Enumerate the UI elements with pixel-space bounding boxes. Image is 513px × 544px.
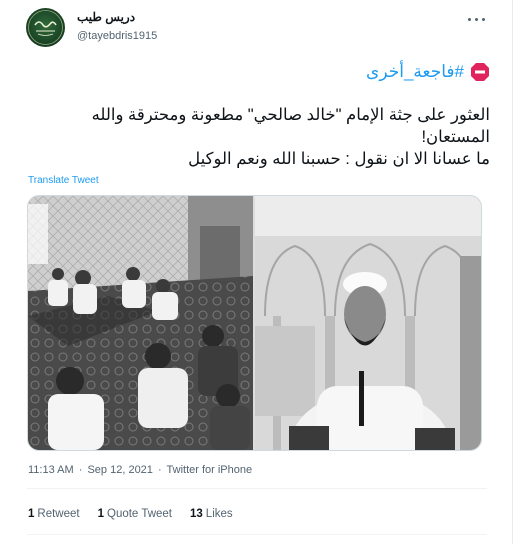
quotes-label: Quote Tweet bbox=[107, 508, 172, 520]
user-handle[interactable]: @tayebdris1915 bbox=[77, 30, 157, 42]
tweet-card: دريس طيب @tayebdris1915 #فاجعة_أخرى العث… bbox=[0, 0, 513, 544]
media-grid bbox=[27, 195, 482, 451]
tweet-time[interactable]: 11:13 AM bbox=[28, 464, 74, 476]
meta-separator: · bbox=[157, 464, 162, 476]
translate-tweet-link[interactable]: Translate Tweet bbox=[28, 175, 99, 186]
tweet-source[interactable]: Twitter for iPhone bbox=[167, 464, 253, 476]
tweet-text-line: المستعان! bbox=[421, 128, 490, 146]
quotes-count: 1 bbox=[97, 508, 104, 520]
photo-mosque-children[interactable] bbox=[28, 196, 253, 450]
likes-count: 13 bbox=[190, 508, 203, 520]
more-options-icon[interactable] bbox=[464, 12, 490, 28]
tweet-text-line: ما عسانا الا ان نقول : حسبنا الله ونعم ا… bbox=[188, 150, 490, 168]
tweet-text: العثور على جثة الإمام "خالد صالحي" مطعون… bbox=[30, 104, 490, 170]
retweets-label: Retweet bbox=[37, 508, 80, 520]
likes-stat[interactable]: 13 Likes bbox=[190, 508, 233, 520]
hashtag-line: #فاجعة_أخرى bbox=[366, 59, 490, 85]
likes-label: Likes bbox=[205, 508, 233, 520]
retweets-stat[interactable]: 1 Retweet bbox=[28, 508, 80, 520]
divider bbox=[27, 534, 487, 535]
tweet-stats: 1 Retweet 1 Quote Tweet 13 Likes bbox=[28, 508, 251, 520]
quote-tweets-stat[interactable]: 1 Quote Tweet bbox=[98, 508, 172, 520]
tweet-meta: 11:13 AM · Sep 12, 2021 · Twitter for iP… bbox=[28, 464, 252, 476]
hashtag-link[interactable]: #فاجعة_أخرى bbox=[366, 62, 464, 82]
tweet-date[interactable]: Sep 12, 2021 bbox=[87, 464, 152, 476]
display-name[interactable]: دريس طيب bbox=[77, 10, 135, 24]
tweet-text-line: العثور على جثة الإمام "خالد صالحي" مطعون… bbox=[91, 106, 490, 124]
divider bbox=[27, 488, 487, 489]
avatar[interactable] bbox=[26, 8, 65, 47]
stop-sign-icon bbox=[471, 63, 489, 81]
retweets-count: 1 bbox=[28, 508, 35, 520]
photo-imam-portrait[interactable] bbox=[255, 196, 481, 450]
meta-separator: · bbox=[78, 464, 83, 476]
